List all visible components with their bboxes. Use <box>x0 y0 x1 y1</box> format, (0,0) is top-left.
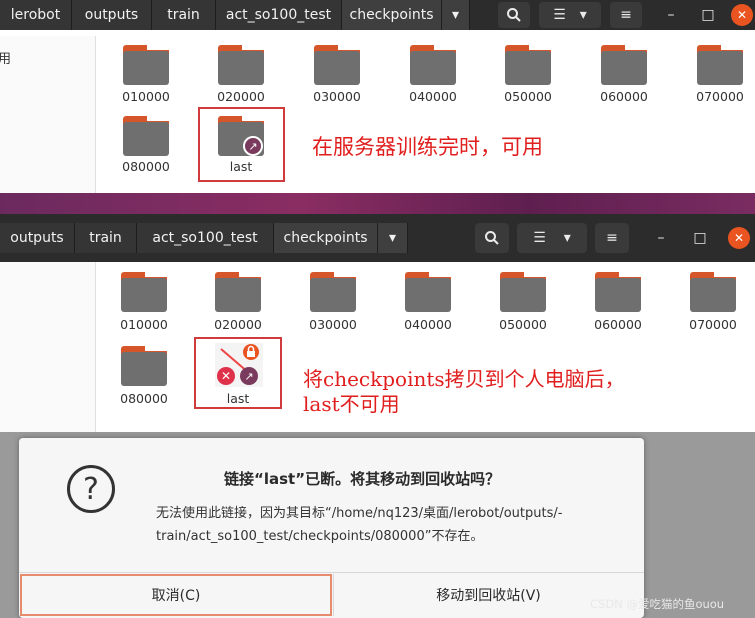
minimize-icon[interactable]: – <box>660 4 682 26</box>
dialog-message: 无法使用此链接，因为其目标“/home/nq123/桌面/lerobot/out… <box>156 502 626 548</box>
dialog-title: 链接“last”已断。将其移动到回收站吗？ <box>224 470 501 488</box>
close-icon[interactable]: ✕ <box>731 4 753 26</box>
file-manager-window-1: lerobot outputs train act_so100_test che… <box>0 0 755 193</box>
chevron-down-icon: ▾ <box>579 7 587 23</box>
dialog-message-line1: 无法使用此链接，因为其目标“/home/nq123/桌面/lerobot/out… <box>156 506 563 521</box>
sidebar-item-label[interactable]: 用 <box>0 48 11 67</box>
search-icon[interactable] <box>498 2 530 28</box>
folder-icon[interactable] <box>215 272 261 312</box>
folder-icon[interactable] <box>410 45 456 85</box>
desktop-background-strip <box>0 193 755 214</box>
dialog-divider <box>19 572 644 573</box>
breadcrumb-train[interactable]: train <box>152 0 216 30</box>
folder-label: 010000 <box>120 317 168 332</box>
folder-icon[interactable] <box>601 45 647 85</box>
breadcrumb-train[interactable]: train <box>75 223 137 253</box>
search-icon[interactable] <box>475 223 509 253</box>
broken-link-dialog: ? 链接“last”已断。将其移动到回收站吗？ 无法使用此链接，因为其目标“/h… <box>19 438 644 618</box>
hamburger-menu-icon[interactable]: ≡ <box>595 223 629 253</box>
dialog-message-line2: train/act_so100_test/checkpoints/080000”… <box>156 529 484 544</box>
folder-icon[interactable] <box>121 346 167 386</box>
breadcrumb-checkpoints[interactable]: checkpoints <box>274 223 378 253</box>
watermark: CSDN @爱吃猫的鱼ouou <box>590 597 725 611</box>
chevron-down-icon: ▾ <box>563 230 571 246</box>
symlink-arrow-icon: ↗ <box>243 136 263 156</box>
folder-icon[interactable] <box>500 272 546 312</box>
folder-icon[interactable] <box>123 45 169 85</box>
cancel-button[interactable]: 取消(C) <box>20 574 332 616</box>
folder-label: 040000 <box>409 89 457 104</box>
folder-label: 030000 <box>313 89 361 104</box>
maximize-icon[interactable]: □ <box>689 227 711 249</box>
svg-text:↗: ↗ <box>244 370 253 383</box>
breadcrumb-act-so100-test[interactable]: act_so100_test <box>216 0 342 30</box>
breadcrumb-outputs[interactable]: outputs <box>72 0 152 30</box>
folder-icon[interactable] <box>314 45 360 85</box>
chevron-down-icon[interactable]: ▾ <box>442 0 470 30</box>
folder-label: last <box>226 391 250 406</box>
maximize-icon[interactable]: □ <box>697 4 719 26</box>
folder-label: 070000 <box>696 89 744 104</box>
folder-icon[interactable] <box>123 116 169 156</box>
folder-icon[interactable] <box>310 272 356 312</box>
folder-label: 070000 <box>689 317 737 332</box>
headerbar-1: lerobot outputs train act_so100_test che… <box>0 0 755 30</box>
annotation-text-line2: last不可用 <box>303 392 400 416</box>
view-options-button[interactable]: ☰ ▾ <box>539 2 601 28</box>
chevron-down-icon[interactable]: ▾ <box>378 223 408 253</box>
folder-label: 080000 <box>122 159 170 174</box>
sidebar-2 <box>0 262 96 432</box>
folder-icon[interactable] <box>697 45 743 85</box>
folder-icon[interactable] <box>505 45 551 85</box>
list-view-icon: ☰ <box>533 230 546 246</box>
list-view-icon: ☰ <box>553 7 566 23</box>
folder-label: 050000 <box>499 317 547 332</box>
folder-icon[interactable] <box>121 272 167 312</box>
headerbar-2: outputs train act_so100_test checkpoints… <box>0 214 755 262</box>
folder-icon[interactable] <box>690 272 736 312</box>
minimize-icon[interactable]: – <box>650 227 672 249</box>
svg-text:✕: ✕ <box>221 369 231 383</box>
folder-label: 010000 <box>122 89 170 104</box>
folder-label: 040000 <box>404 317 452 332</box>
sidebar-1: 用 <box>0 36 96 193</box>
folder-label: 020000 <box>217 89 265 104</box>
folder-label: 080000 <box>120 391 168 406</box>
breadcrumb-checkpoints[interactable]: checkpoints <box>342 0 442 30</box>
annotation-text: 在服务器训练完时，可用 <box>312 135 543 159</box>
folder-icon[interactable] <box>405 272 451 312</box>
broken-link-icon[interactable]: ✕ ↗ <box>215 343 263 387</box>
close-icon[interactable]: ✕ <box>728 227 750 249</box>
folder-label: 060000 <box>594 317 642 332</box>
folder-label: 020000 <box>214 317 262 332</box>
folder-label: 030000 <box>309 317 357 332</box>
folder-label: 060000 <box>600 89 648 104</box>
breadcrumb-act-so100-test[interactable]: act_so100_test <box>137 223 274 253</box>
hamburger-menu-icon[interactable]: ≡ <box>610 2 642 28</box>
breadcrumb-outputs[interactable]: outputs <box>0 223 75 253</box>
question-icon: ? <box>67 465 115 513</box>
folder-label: last <box>229 159 253 174</box>
folder-label: 050000 <box>504 89 552 104</box>
folder-icon[interactable] <box>595 272 641 312</box>
folder-icon[interactable] <box>218 45 264 85</box>
breadcrumb-lerobot[interactable]: lerobot <box>0 0 72 30</box>
view-options-button[interactable]: ☰ ▾ <box>517 223 587 253</box>
